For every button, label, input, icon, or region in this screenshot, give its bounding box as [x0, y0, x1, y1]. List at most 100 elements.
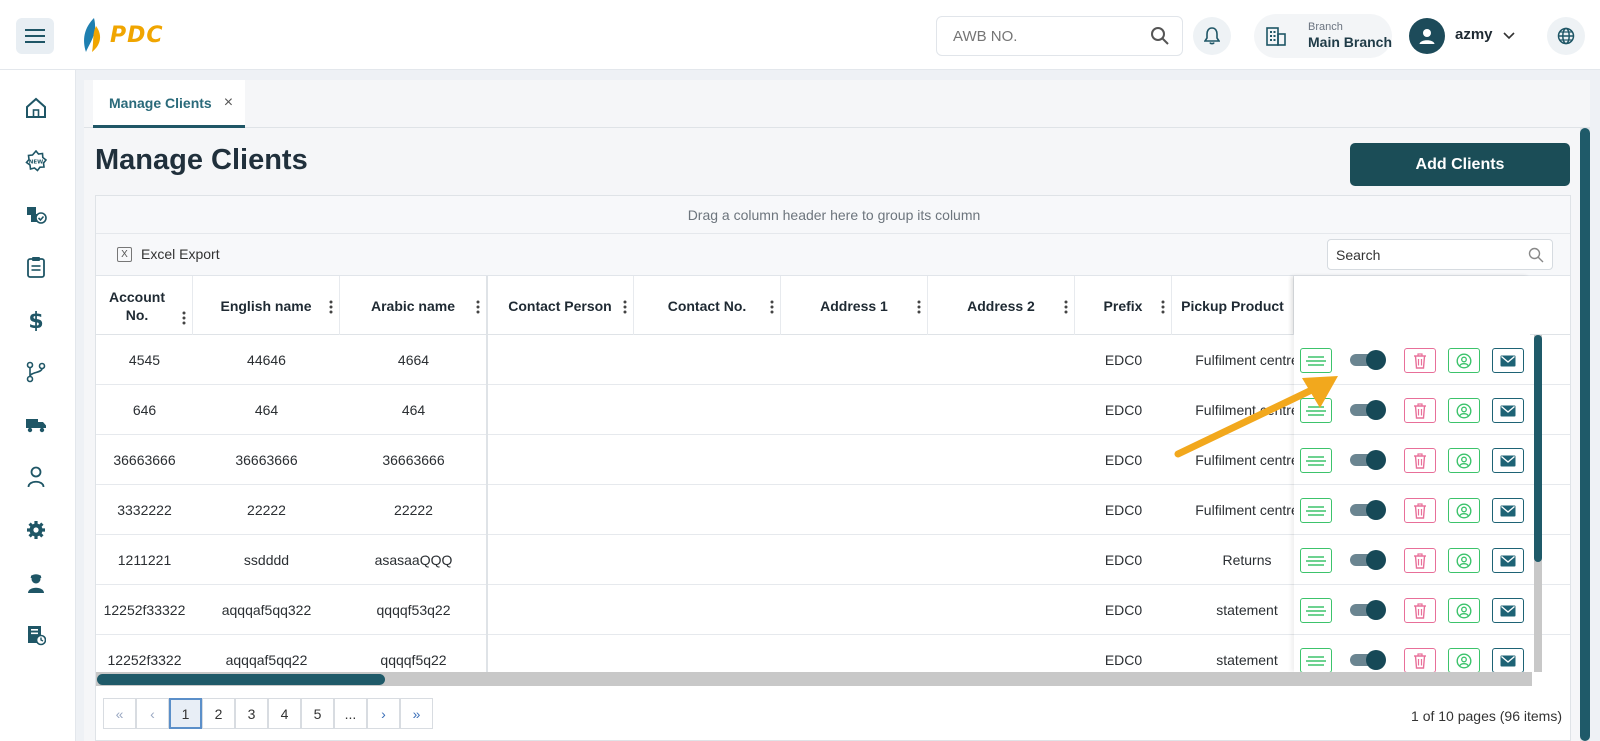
delete-button[interactable] [1404, 498, 1436, 523]
sidebar-item-finance[interactable]: $ [22, 306, 50, 334]
username[interactable]: azmy [1455, 26, 1493, 43]
prev-page-button[interactable]: ‹ [136, 698, 169, 729]
page-scroll-thumb[interactable] [1580, 128, 1590, 741]
grid-search-box[interactable] [1327, 239, 1553, 270]
delete-button[interactable] [1404, 598, 1436, 623]
hamburger-menu-button[interactable] [16, 18, 54, 54]
grid-search-input[interactable] [1328, 240, 1518, 269]
email-button[interactable] [1492, 398, 1524, 423]
active-toggle[interactable] [1350, 350, 1388, 370]
pdc-logo[interactable]: PDC [80, 16, 164, 54]
user-menu[interactable]: azmy [1409, 17, 1515, 55]
column-header-contact-no[interactable]: Contact No. [634, 276, 781, 335]
first-page-button[interactable]: « [103, 698, 136, 729]
delete-button[interactable] [1404, 348, 1436, 373]
column-header-pickup-product[interactable]: Pickup Product [1172, 276, 1294, 335]
column-header-label: Account No. [109, 288, 165, 323]
column-menu-icon[interactable] [182, 311, 186, 325]
email-button[interactable] [1492, 648, 1524, 673]
column-header-address-1[interactable]: Address 1 [781, 276, 928, 335]
user-account-button[interactable] [1448, 448, 1480, 473]
column-header-prefix[interactable]: Prefix [1075, 276, 1172, 335]
vertical-scrollbar[interactable] [1534, 335, 1542, 672]
user-account-button[interactable] [1448, 398, 1480, 423]
column-header-arabic-name[interactable]: Arabic name [340, 276, 487, 335]
sidebar-item-clipboard[interactable] [22, 253, 50, 281]
details-button[interactable] [1300, 448, 1332, 473]
column-menu-icon[interactable] [1161, 300, 1165, 314]
sidebar-item-branches[interactable] [22, 358, 50, 386]
group-panel[interactable]: Drag a column header here to group its c… [96, 196, 1570, 234]
page-button[interactable]: 1 [169, 698, 202, 729]
close-icon[interactable]: × [224, 94, 233, 112]
active-toggle[interactable] [1350, 600, 1388, 620]
column-menu-icon[interactable] [770, 300, 774, 314]
column-menu-icon[interactable] [917, 300, 921, 314]
language-button[interactable] [1547, 17, 1585, 55]
details-button[interactable] [1300, 548, 1332, 573]
page-scrollbar[interactable] [1580, 128, 1590, 741]
page-button[interactable]: 2 [202, 698, 235, 729]
column-header-contact-person[interactable]: Contact Person [487, 276, 634, 335]
column-header-account-no[interactable]: Account No. [96, 276, 193, 335]
tab-manage-clients[interactable]: Manage Clients × [93, 80, 245, 128]
user-account-button[interactable] [1448, 548, 1480, 573]
sidebar-item-users[interactable] [22, 463, 50, 491]
search-icon[interactable] [1150, 26, 1170, 46]
page-button[interactable]: 5 [301, 698, 334, 729]
details-button[interactable] [1300, 598, 1332, 623]
user-account-button[interactable] [1448, 348, 1480, 373]
column-menu-icon[interactable] [623, 300, 627, 314]
avatar[interactable] [1409, 18, 1445, 54]
email-button[interactable] [1492, 498, 1524, 523]
sidebar-item-home[interactable] [22, 94, 50, 122]
column-header-address-2[interactable]: Address 2 [928, 276, 1075, 335]
delete-button[interactable] [1404, 398, 1436, 423]
email-button[interactable] [1492, 548, 1524, 573]
horizontal-scroll-thumb[interactable] [97, 674, 385, 685]
details-button[interactable] [1300, 398, 1332, 423]
page-button[interactable]: 3 [235, 698, 268, 729]
sidebar-item-agents[interactable] [22, 569, 50, 597]
user-account-button[interactable] [1448, 598, 1480, 623]
sidebar-item-new[interactable]: NEW [22, 147, 50, 175]
user-account-button[interactable] [1448, 648, 1480, 673]
active-toggle[interactable] [1350, 550, 1388, 570]
delete-button[interactable] [1404, 648, 1436, 673]
awb-search-input[interactable] [937, 17, 1137, 55]
details-button[interactable] [1300, 498, 1332, 523]
column-menu-icon[interactable] [329, 300, 333, 314]
column-menu-icon[interactable] [1064, 300, 1068, 314]
delete-button[interactable] [1404, 448, 1436, 473]
add-clients-button[interactable]: Add Clients [1350, 143, 1570, 186]
column-header-english-name[interactable]: English name [193, 276, 340, 335]
active-toggle[interactable] [1350, 650, 1388, 670]
excel-export-button[interactable]: X Excel Export [117, 246, 220, 262]
delete-button[interactable] [1404, 548, 1436, 573]
chevron-down-icon[interactable] [1502, 32, 1515, 40]
page-ellipsis-button[interactable]: ... [334, 698, 367, 729]
active-toggle[interactable] [1350, 450, 1388, 470]
next-page-button[interactable]: › [367, 698, 400, 729]
email-button[interactable] [1492, 448, 1524, 473]
email-button[interactable] [1492, 598, 1524, 623]
page-button[interactable]: 4 [268, 698, 301, 729]
active-toggle[interactable] [1350, 500, 1388, 520]
user-account-button[interactable] [1448, 498, 1480, 523]
details-button[interactable] [1300, 648, 1332, 673]
vertical-scroll-thumb[interactable] [1534, 335, 1542, 562]
active-toggle[interactable] [1350, 400, 1388, 420]
branch-selector[interactable]: Branch Main Branch [1254, 14, 1392, 58]
last-page-button[interactable]: » [400, 698, 433, 729]
details-button[interactable] [1300, 348, 1332, 373]
column-menu-icon[interactable] [476, 300, 480, 314]
search-icon[interactable] [1528, 247, 1544, 263]
notifications-button[interactable] [1193, 17, 1231, 55]
sidebar-item-reports[interactable] [22, 621, 50, 649]
email-button[interactable] [1492, 348, 1524, 373]
sidebar-item-settings[interactable] [22, 516, 50, 544]
sidebar-item-packages[interactable] [22, 200, 50, 228]
sidebar-item-shipping[interactable] [22, 411, 50, 439]
horizontal-scrollbar[interactable] [96, 672, 1532, 686]
awb-search-box[interactable] [936, 16, 1183, 56]
